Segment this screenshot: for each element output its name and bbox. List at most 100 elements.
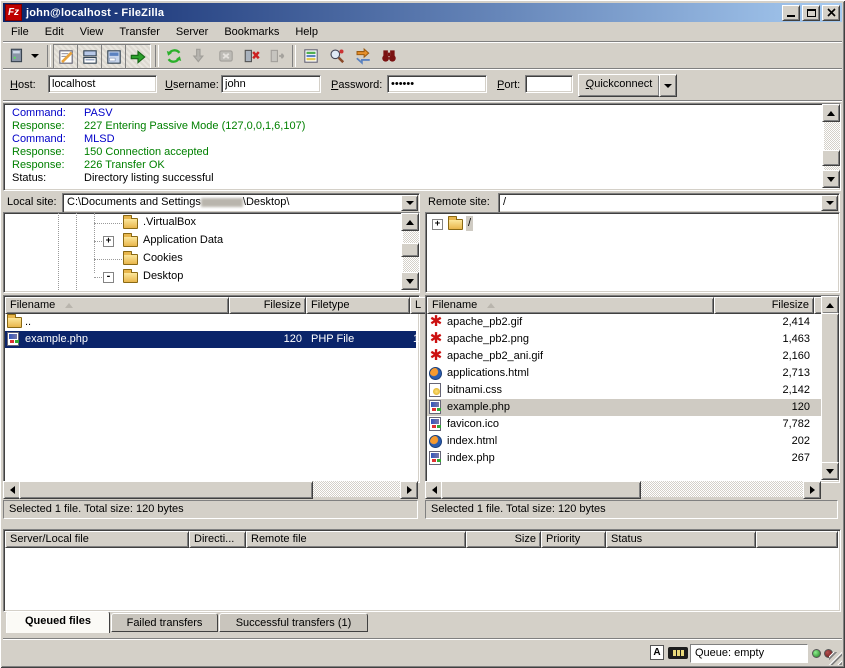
scrollbar-thumb[interactable] bbox=[401, 243, 419, 257]
scroll-right-button[interactable] bbox=[400, 481, 418, 499]
toggle-local-tree-button[interactable] bbox=[77, 44, 103, 70]
scroll-up-button[interactable] bbox=[821, 296, 839, 314]
menu-bookmarks[interactable]: Bookmarks bbox=[216, 24, 287, 40]
scrollbar-thumb[interactable] bbox=[821, 313, 839, 465]
tab-queued-files[interactable]: Queued files bbox=[6, 611, 110, 633]
host-input[interactable] bbox=[48, 75, 157, 93]
remote-hscrollbar[interactable] bbox=[425, 481, 821, 497]
tab-successful-transfers[interactable]: Successful transfers (1) bbox=[219, 613, 368, 632]
compare-button[interactable] bbox=[325, 44, 349, 68]
reconnect-button[interactable] bbox=[266, 44, 290, 68]
tree-item-root[interactable]: / bbox=[466, 216, 473, 231]
menu-file[interactable]: File bbox=[3, 24, 37, 40]
menu-edit[interactable]: Edit bbox=[37, 24, 72, 40]
css-file-icon bbox=[429, 383, 441, 397]
folder-icon bbox=[123, 254, 138, 265]
cancel-icon bbox=[217, 47, 235, 65]
menu-server[interactable]: Server bbox=[168, 24, 216, 40]
file-row[interactable]: index.html 202 bbox=[427, 433, 821, 450]
collapse-minus-icon[interactable]: - bbox=[103, 272, 114, 283]
file-row[interactable]: bitnami.css 2,142 bbox=[427, 382, 821, 399]
file-row-parent-dir[interactable]: .. bbox=[5, 314, 416, 331]
process-queue-button[interactable] bbox=[188, 44, 212, 68]
tree-item-application-data[interactable]: Application Data bbox=[141, 233, 225, 248]
close-button[interactable] bbox=[822, 5, 840, 21]
resize-grip[interactable] bbox=[829, 652, 842, 665]
synchronized-browsing-button[interactable] bbox=[351, 44, 375, 68]
tree-item-cookies[interactable]: Cookies bbox=[141, 251, 185, 266]
local-tree-scrollbar[interactable] bbox=[403, 213, 419, 290]
port-input[interactable] bbox=[525, 75, 573, 93]
local-hscrollbar[interactable] bbox=[3, 481, 418, 497]
local-col-filename[interactable]: Filename bbox=[5, 297, 229, 314]
queue-col-server-local-file[interactable]: Server/Local file bbox=[5, 531, 189, 548]
disconnect-button[interactable] bbox=[240, 44, 264, 68]
file-row[interactable]: ✱ apache_pb2.gif 2,414 bbox=[427, 314, 821, 331]
scroll-up-button[interactable] bbox=[822, 104, 840, 122]
queue-col-priority[interactable]: Priority bbox=[541, 531, 606, 548]
queue-col-remote-file[interactable]: Remote file bbox=[246, 531, 466, 548]
queue-col-direction[interactable]: Directi... bbox=[189, 531, 246, 548]
toggle-queue-button[interactable] bbox=[125, 44, 151, 70]
site-manager-button[interactable] bbox=[5, 44, 29, 68]
local-col-filesize[interactable]: Filesize bbox=[229, 297, 306, 314]
tree-item-virtualbox[interactable]: .VirtualBox bbox=[141, 215, 198, 230]
tree-item-desktop[interactable]: Desktop bbox=[141, 269, 185, 284]
password-input[interactable] bbox=[387, 75, 487, 93]
scroll-up-button[interactable] bbox=[401, 213, 419, 231]
php-file-icon bbox=[429, 451, 441, 465]
titlebar[interactable]: Fz john@localhost - FileZilla bbox=[3, 3, 842, 22]
file-row[interactable]: applications.html 2,713 bbox=[427, 365, 821, 382]
toggle-remote-tree-button[interactable] bbox=[101, 44, 127, 70]
file-row-example-php[interactable]: example.php 120 bbox=[427, 399, 821, 416]
remote-site-combo[interactable]: / bbox=[498, 193, 840, 213]
minimize-button[interactable] bbox=[782, 5, 800, 21]
menu-view[interactable]: View bbox=[72, 24, 112, 40]
remote-site-dropdown[interactable] bbox=[821, 195, 838, 211]
toggle-message-log-button[interactable] bbox=[53, 44, 79, 70]
filezilla-window: Fz john@localhost - FileZilla File Edit … bbox=[0, 0, 845, 668]
username-input[interactable] bbox=[221, 75, 321, 93]
quickconnect-dropdown[interactable] bbox=[659, 74, 677, 97]
scrollbar-thumb[interactable] bbox=[19, 481, 313, 499]
file-row[interactable]: favicon.ico 7,782 bbox=[427, 416, 821, 433]
expand-plus-icon[interactable]: + bbox=[432, 219, 443, 230]
scrollbar-thumb[interactable] bbox=[441, 481, 641, 499]
log-scrollbar[interactable] bbox=[824, 104, 840, 188]
queue-col-size[interactable]: Size bbox=[466, 531, 541, 548]
site-manager-dropdown[interactable] bbox=[28, 44, 42, 68]
remote-vscrollbar[interactable] bbox=[823, 296, 839, 480]
refresh-button[interactable] bbox=[162, 44, 186, 68]
filter-button[interactable] bbox=[299, 44, 323, 68]
local-site-combo[interactable]: C:\Documents and Settings\Desktop\ bbox=[62, 193, 420, 213]
menu-transfer[interactable]: Transfer bbox=[111, 24, 168, 40]
log-line: Response:227 Entering Passive Mode (127,… bbox=[12, 120, 305, 133]
scroll-down-button[interactable] bbox=[821, 462, 839, 480]
maximize-button[interactable] bbox=[802, 5, 820, 21]
scroll-down-button[interactable] bbox=[822, 170, 840, 188]
remote-col-filename[interactable]: Filename bbox=[427, 297, 714, 314]
local-site-dropdown[interactable] bbox=[401, 195, 418, 211]
file-row[interactable]: index.php 267 bbox=[427, 450, 821, 467]
quickconnect-button[interactable]: Quickconnect bbox=[578, 74, 660, 97]
file-name: .. bbox=[25, 314, 31, 331]
file-row[interactable]: ✱ apache_pb2_ani.gif 2,160 bbox=[427, 348, 821, 365]
local-col-filetype[interactable]: Filetype bbox=[306, 297, 410, 314]
find-files-button[interactable] bbox=[377, 44, 401, 68]
remote-col-filesize[interactable]: Filesize bbox=[714, 297, 814, 314]
filter-icon bbox=[302, 47, 320, 65]
scrollbar-thumb[interactable] bbox=[822, 150, 840, 166]
scroll-right-button[interactable] bbox=[803, 481, 821, 499]
menu-help[interactable]: Help bbox=[287, 24, 326, 40]
expand-plus-icon[interactable]: + bbox=[103, 236, 114, 247]
file-name: example.php bbox=[447, 399, 510, 416]
file-row[interactable]: ✱ apache_pb2.png 1,463 bbox=[427, 331, 821, 348]
local-selection-status: Selected 1 file. Total size: 120 bytes bbox=[3, 500, 418, 519]
cancel-button[interactable] bbox=[214, 44, 238, 68]
file-row-example-php[interactable]: example.php 120 PHP File 1 bbox=[5, 331, 416, 348]
speed-limit-icon bbox=[668, 647, 688, 659]
queue-col-status[interactable]: Status bbox=[606, 531, 756, 548]
toolbar-separator bbox=[155, 45, 159, 67]
tab-failed-transfers[interactable]: Failed transfers bbox=[111, 613, 218, 632]
scroll-down-button[interactable] bbox=[401, 272, 419, 290]
